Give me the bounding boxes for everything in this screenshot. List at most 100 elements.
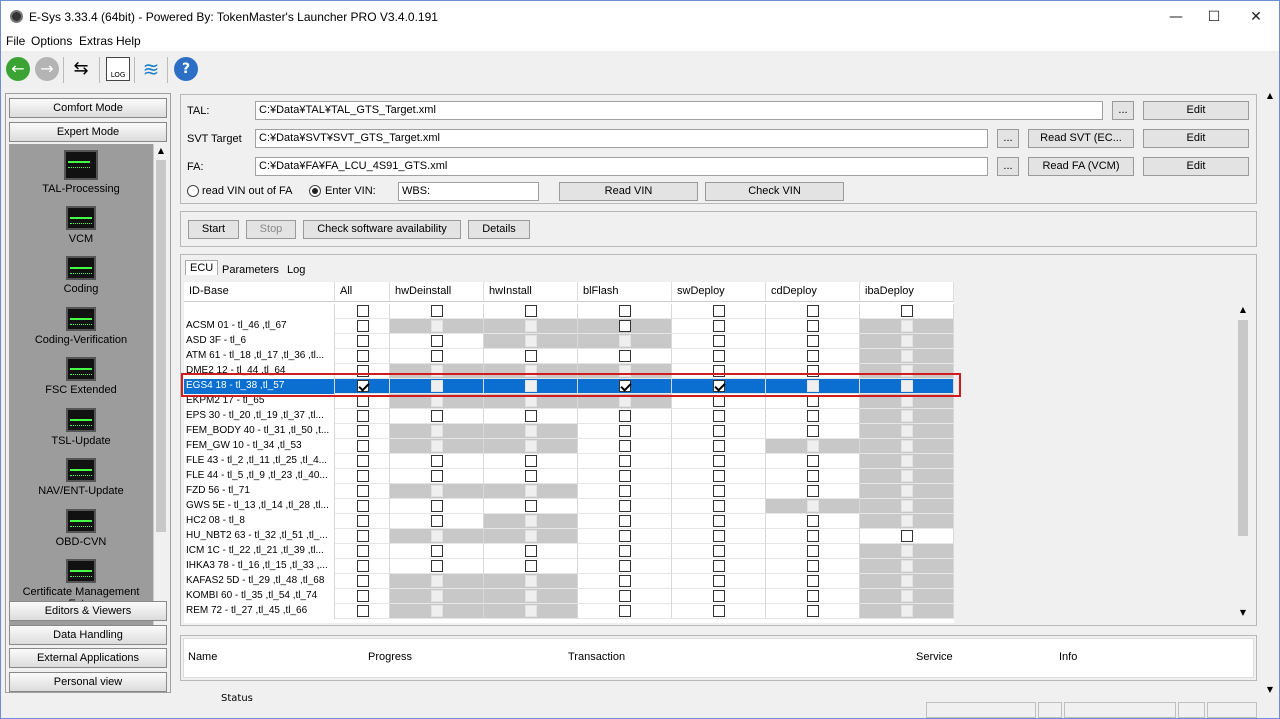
column-header[interactable]: blFlash xyxy=(578,282,672,302)
expert-mode-button[interactable]: Expert Mode xyxy=(9,122,167,142)
scroll-down-icon[interactable]: ▼ xyxy=(1264,685,1276,694)
task-checkbox[interactable] xyxy=(357,455,369,467)
scroll-up-icon[interactable]: ▲ xyxy=(155,146,167,155)
task-checkbox[interactable] xyxy=(357,590,369,602)
forward-arrow-icon[interactable]: → xyxy=(35,57,59,81)
task-checkbox[interactable] xyxy=(619,440,631,452)
task-checkbox[interactable] xyxy=(619,590,631,602)
task-checkbox[interactable] xyxy=(431,500,443,512)
task-checkbox[interactable] xyxy=(431,560,443,572)
ecu-id-cell[interactable]: ASD 3F - tl_6 xyxy=(184,334,335,349)
menu-extras[interactable]: Extras xyxy=(79,34,113,48)
menu-file[interactable]: File xyxy=(6,34,25,48)
personal-view-button[interactable]: Personal view xyxy=(9,672,167,692)
plugin-tsl-update[interactable]: TSL-Update xyxy=(9,408,153,447)
help-icon[interactable]: ? xyxy=(174,57,198,81)
tab-parameters[interactable]: Parameters xyxy=(218,263,283,277)
task-checkbox[interactable] xyxy=(713,470,725,482)
task-checkbox[interactable] xyxy=(713,485,725,497)
plugin-fsc-extended[interactable]: FSC Extended xyxy=(9,357,153,396)
tal-edit-button[interactable]: Edit xyxy=(1143,101,1249,120)
task-checkbox[interactable] xyxy=(807,605,819,617)
tab-log[interactable]: Log xyxy=(283,263,309,277)
plugin-nav-ent-update[interactable]: NAV/ENT-Update xyxy=(9,458,153,497)
ecu-id-cell[interactable]: FLE 44 - tl_5 ,tl_9 ,tl_23 ,tl_40... xyxy=(184,469,335,484)
task-checkbox[interactable] xyxy=(619,455,631,467)
task-checkbox[interactable] xyxy=(357,530,369,542)
ecu-id-cell[interactable]: KOMBI 60 - tl_35 ,tl_54 ,tl_74 xyxy=(184,589,335,604)
main-scrollbar[interactable]: ▲ ▼ xyxy=(1262,89,1278,699)
task-checkbox[interactable] xyxy=(807,575,819,587)
task-checkbox[interactable] xyxy=(619,605,631,617)
ecu-id-cell[interactable] xyxy=(184,304,335,319)
ecu-id-cell[interactable]: ICM 1C - tl_22 ,tl_21 ,tl_39 ,tl... xyxy=(184,544,335,559)
task-checkbox[interactable] xyxy=(713,455,725,467)
scroll-down-icon[interactable]: ▼ xyxy=(1237,608,1249,617)
menu-options[interactable]: Options xyxy=(31,34,72,48)
task-checkbox[interactable] xyxy=(357,575,369,587)
task-checkbox[interactable] xyxy=(525,470,537,482)
task-checkbox[interactable] xyxy=(619,560,631,572)
task-checkbox[interactable] xyxy=(525,455,537,467)
column-header[interactable]: swDeploy xyxy=(672,282,766,302)
check-vin-button[interactable]: Check VIN xyxy=(705,182,844,201)
task-checkbox[interactable] xyxy=(431,335,443,347)
log-icon[interactable]: LOG xyxy=(106,57,130,81)
task-checkbox[interactable] xyxy=(619,320,631,332)
read-fa-button[interactable]: Read FA (VCM) xyxy=(1028,157,1134,176)
task-checkbox[interactable] xyxy=(619,500,631,512)
connect-icon[interactable]: ⇆ xyxy=(69,57,93,81)
ecu-id-cell[interactable]: GWS 5E - tl_13 ,tl_14 ,tl_28 ,tl... xyxy=(184,499,335,514)
task-checkbox[interactable] xyxy=(619,470,631,482)
plugin-coding[interactable]: Coding xyxy=(9,256,153,295)
task-checkbox[interactable] xyxy=(619,305,631,317)
task-checkbox[interactable] xyxy=(713,335,725,347)
ecu-id-cell[interactable]: FEM_GW 10 - tl_34 ,tl_53 xyxy=(184,439,335,454)
table-scrollbar[interactable]: ▲ ▼ xyxy=(1236,304,1250,622)
task-checkbox[interactable] xyxy=(619,410,631,422)
data-handling-button[interactable]: Data Handling xyxy=(9,625,167,645)
task-checkbox[interactable] xyxy=(431,410,443,422)
task-checkbox[interactable] xyxy=(357,305,369,317)
external-applications-button[interactable]: External Applications xyxy=(9,648,167,668)
task-checkbox[interactable] xyxy=(713,575,725,587)
comfort-mode-button[interactable]: Comfort Mode xyxy=(9,98,167,118)
task-checkbox[interactable] xyxy=(807,515,819,527)
column-header[interactable]: cdDeploy xyxy=(766,282,860,302)
task-checkbox[interactable] xyxy=(619,350,631,362)
task-checkbox[interactable] xyxy=(807,425,819,437)
scroll-up-icon[interactable]: ▲ xyxy=(1264,91,1276,100)
column-header[interactable]: ibaDeploy xyxy=(860,282,954,302)
check-software-button[interactable]: Check software availability xyxy=(303,220,461,239)
ecu-id-cell[interactable]: REM 72 - tl_27 ,tl_45 ,tl_66 xyxy=(184,604,335,619)
details-button[interactable]: Details xyxy=(468,220,530,239)
task-checkbox[interactable] xyxy=(713,350,725,362)
plugin-vcm[interactable]: VCM xyxy=(9,206,153,245)
task-checkbox[interactable] xyxy=(713,425,725,437)
stop-button[interactable]: Stop xyxy=(246,220,296,239)
ecu-id-cell[interactable]: FLE 43 - tl_2 ,tl_11 ,tl_25 ,tl_4... xyxy=(184,454,335,469)
svt-edit-button[interactable]: Edit xyxy=(1143,129,1249,148)
task-checkbox[interactable] xyxy=(619,515,631,527)
task-checkbox[interactable] xyxy=(807,350,819,362)
task-checkbox[interactable] xyxy=(357,440,369,452)
task-checkbox[interactable] xyxy=(357,335,369,347)
task-checkbox[interactable] xyxy=(619,425,631,437)
task-checkbox[interactable] xyxy=(431,350,443,362)
tab-ecu[interactable]: ECU xyxy=(185,260,219,275)
task-checkbox[interactable] xyxy=(431,545,443,557)
task-checkbox[interactable] xyxy=(713,590,725,602)
editors-viewers-button[interactable]: Editors & Viewers xyxy=(9,601,167,621)
close-button[interactable]: ✕ xyxy=(1233,1,1279,33)
task-checkbox[interactable] xyxy=(525,545,537,557)
task-checkbox[interactable] xyxy=(807,305,819,317)
ecu-id-cell[interactable]: HU_NBT2 63 - tl_32 ,tl_51 ,tl_... xyxy=(184,529,335,544)
task-checkbox[interactable] xyxy=(357,500,369,512)
task-checkbox[interactable] xyxy=(901,305,913,317)
task-checkbox[interactable] xyxy=(901,530,913,542)
plugin-scrollbar[interactable]: ▲ ▼ xyxy=(153,144,167,642)
ecu-id-cell[interactable]: ACSM 01 - tl_46 ,tl_67 xyxy=(184,319,335,334)
table-scroll-thumb[interactable] xyxy=(1238,320,1248,536)
task-checkbox[interactable] xyxy=(713,305,725,317)
task-checkbox[interactable] xyxy=(713,500,725,512)
